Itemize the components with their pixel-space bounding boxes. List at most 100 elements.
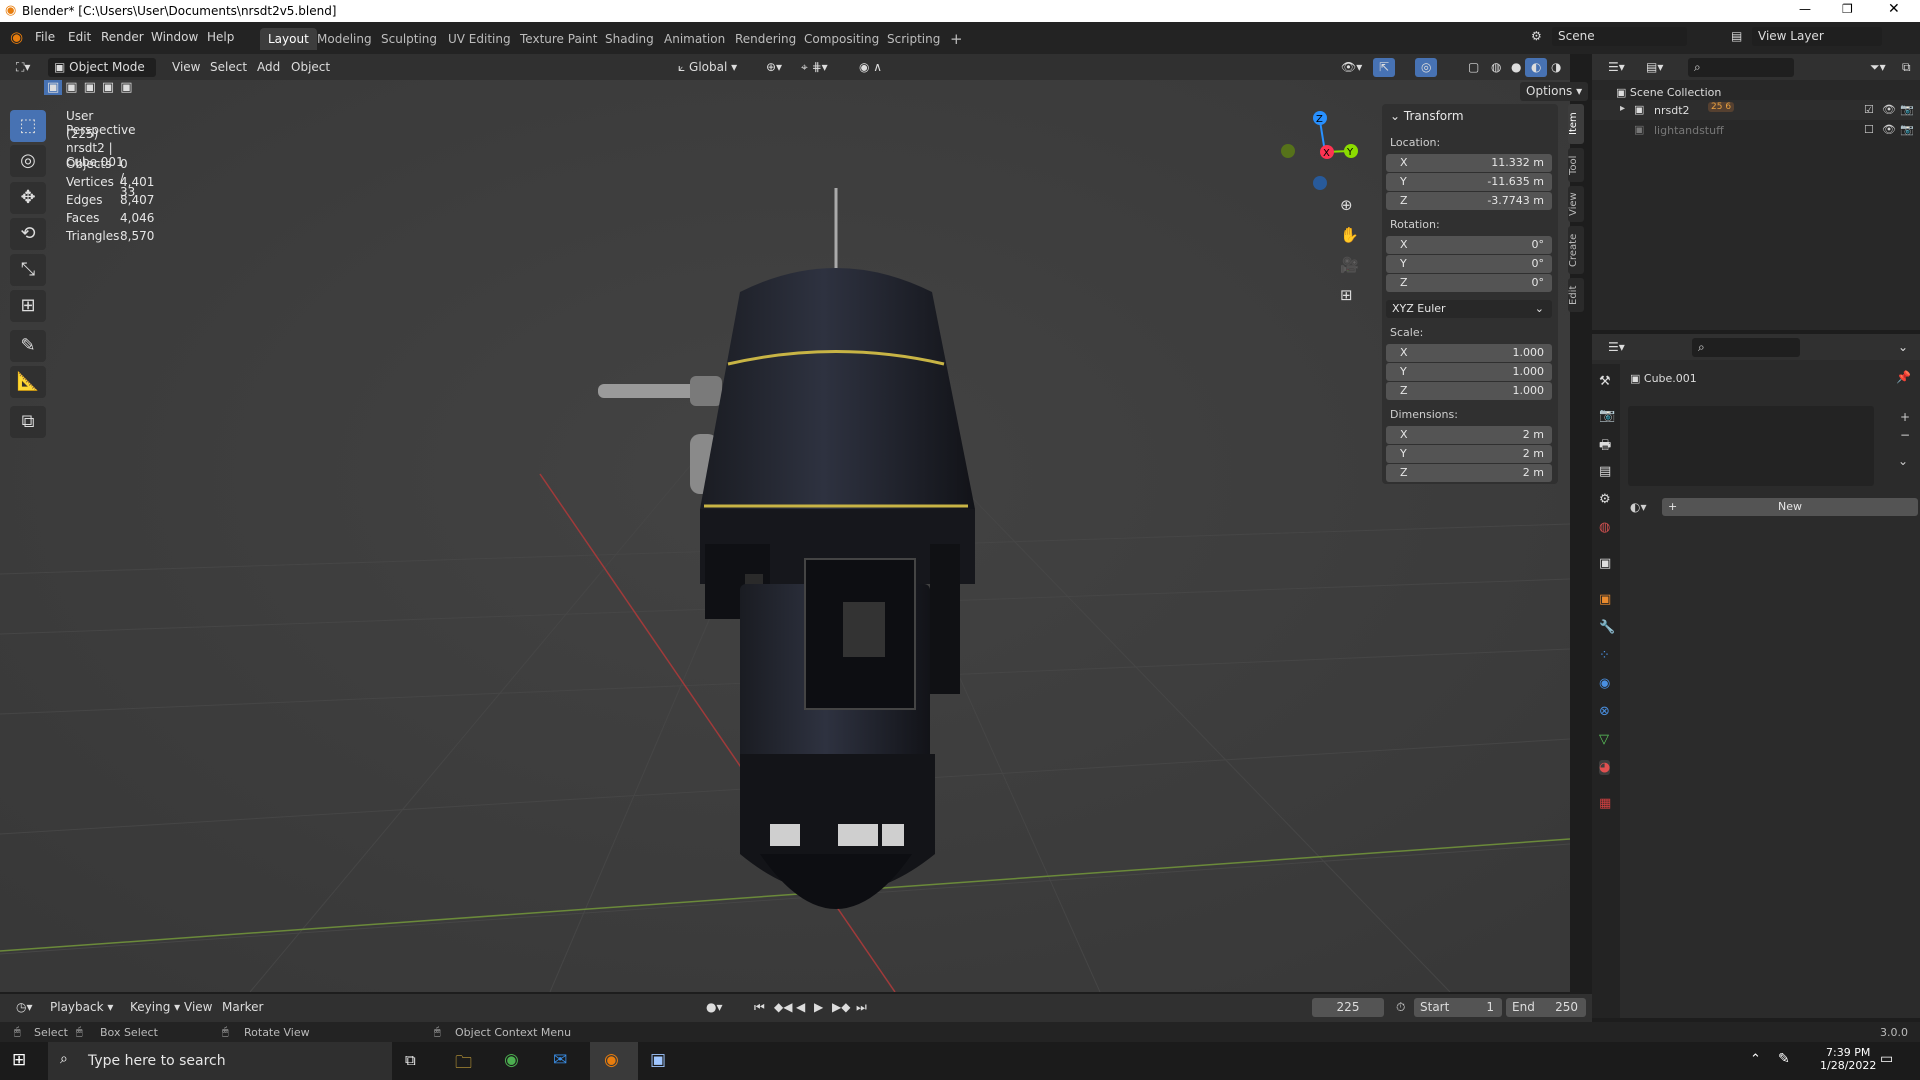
select-extend-icon[interactable]: ▣ [62,80,80,95]
orientation-selector[interactable]: ⟀ Global ▾ [672,58,743,77]
xray-icon[interactable]: ▢ [1462,58,1485,77]
record-icon[interactable]: ●▾ [700,998,729,1017]
rotation-y-field[interactable]: Y 0° [1386,255,1552,273]
view-layer-icon[interactable]: ▤ [1725,27,1748,46]
options-button[interactable]: Options ▾ [1520,82,1589,101]
stopwatch-icon[interactable]: ⏱ [1390,998,1411,1017]
material-browse-icon[interactable]: ◐▾ [1630,500,1647,514]
chevron-down-icon[interactable]: ⌄ [1898,454,1908,468]
menu-keying[interactable]: Keying ▾ [124,998,186,1017]
location-y-field[interactable]: Y -11.635 m [1386,173,1552,191]
view-layer-tab-icon[interactable]: ▤ [1599,464,1611,479]
file-explorer-icon[interactable]: 🗀 [455,1050,472,1079]
timeline-editor-icon[interactable]: ◷▾ [10,998,39,1017]
scale-tool-icon[interactable]: ⤡ [10,254,46,286]
minimize-icon[interactable]: — [1799,2,1811,16]
new-collection-icon[interactable]: ⧉ [1896,58,1917,77]
tab-scripting[interactable]: Scripting [879,28,948,50]
outliner-row-nrsdt2[interactable]: ▸ ▣ nrsdt2 25 6 ☑ 👁 📷 [1592,100,1920,120]
collection-tab-icon[interactable]: ▣ [1599,556,1611,571]
menu-playback[interactable]: Playback ▾ [44,998,119,1017]
menu-file[interactable]: File [35,30,55,44]
pin-icon[interactable]: 📌 [1896,370,1911,384]
scale-x-field[interactable]: X 1.000 [1386,344,1552,362]
eye-icon[interactable]: 👁 [1882,103,1896,116]
tool-tab-icon[interactable]: ⚒ [1599,374,1611,389]
rotate-tool-icon[interactable]: ⟲ [10,218,46,250]
rotation-x-field[interactable]: X 0° [1386,236,1552,254]
jump-end-icon[interactable]: ⏭ [850,998,873,1017]
expand-arrow-icon[interactable]: ▸ [1620,103,1625,114]
tab-tool[interactable]: Tool [1568,148,1584,182]
editor-type-icon[interactable]: ⛶▾ [10,58,36,77]
material-tab-icon[interactable]: ◕ [1599,760,1611,775]
clock[interactable]: 7:39 PM 1/28/2022 [1820,1046,1876,1072]
scale-y-field[interactable]: Y 1.000 [1386,363,1552,381]
current-frame-field[interactable]: 225 [1312,998,1384,1017]
menu-window[interactable]: Window [151,30,198,44]
physics-tab-icon[interactable]: ◉ [1599,676,1610,691]
blender-menu-icon[interactable]: ◉ [10,28,23,46]
end-frame-field[interactable]: End 250 [1506,998,1586,1017]
tab-compositing[interactable]: Compositing [796,28,887,50]
rotation-mode-dropdown[interactable]: XYZ Euler ⌄ [1386,300,1552,318]
add-cube-tool-icon[interactable]: ⧉ [10,406,46,438]
zoom-icon[interactable]: ⊕ [1340,196,1353,214]
object-tab-icon[interactable]: ▣ [1599,592,1611,607]
output-tab-icon[interactable]: 🖶 [1599,436,1611,458]
chevron-up-icon[interactable]: ⌃ [1750,1052,1761,1067]
menu-view[interactable]: View [178,998,218,1017]
add-workspace-button[interactable]: + [942,28,971,50]
eye-icon[interactable]: 👁 [1882,123,1896,136]
tab-item[interactable]: Item [1568,104,1584,144]
dimension-y-field[interactable]: Y2 m [1386,445,1552,463]
properties-search-input[interactable]: ⌕ [1692,338,1800,357]
scene-selector[interactable]: Scene [1552,27,1687,46]
menu-help[interactable]: Help [207,30,234,44]
chevron-down-icon[interactable]: ⌄ [1892,338,1914,357]
world-tab-icon[interactable]: ◍ [1599,520,1610,535]
display-mode-icon[interactable]: ▤▾ [1640,58,1669,77]
tab-create[interactable]: Create [1568,226,1584,274]
measure-tool-icon[interactable]: 📐 [10,366,46,398]
select-subtract-icon[interactable]: ▣ [81,80,99,95]
tab-shading[interactable]: Shading [597,28,662,50]
move-tool-icon[interactable]: ✥ [10,182,46,214]
material-slot-list[interactable] [1628,406,1874,486]
menu-render[interactable]: Render [101,30,144,44]
perspective-grid-icon[interactable]: ⊞ [1340,286,1353,304]
notification-icon[interactable]: ▭ [1880,1051,1893,1067]
outliner-row-lightandstuff[interactable]: ▣ lightandstuff ☐ 👁 📷 [1592,120,1920,140]
start-frame-field[interactable]: Start 1 [1414,998,1502,1017]
rotation-z-field[interactable]: Z 0° [1386,274,1552,292]
transform-header[interactable]: ⌄ Transform [1390,109,1464,123]
scene-icon[interactable]: ⚙ [1525,27,1548,46]
constraints-tab-icon[interactable]: ⊗ [1599,704,1610,719]
app-window-icon[interactable]: ▣ [650,1050,666,1070]
include-checkbox-icon[interactable]: ☐ [1864,123,1874,136]
menu-object[interactable]: Object [285,58,336,77]
mail-icon[interactable]: ✉ [553,1050,567,1070]
taskbar-search-box[interactable]: ⌕ Type here to search [48,1042,392,1080]
snap-icon[interactable]: ⌖ ⋕▾ [795,58,834,77]
select-new-icon[interactable]: ▣ [44,80,63,95]
tab-uv-editing[interactable]: UV Editing [440,28,519,50]
pan-hand-icon[interactable]: ✋ [1340,226,1359,244]
properties-editor-icon[interactable]: ☰▾ [1602,338,1631,357]
new-material-button[interactable]: + New [1662,498,1918,516]
task-view-icon[interactable]: ⧉ [405,1051,416,1069]
select-mode-buttons[interactable]: ▣ ▣ ▣ ▣ ▣ [44,80,135,95]
restore-icon[interactable]: ❐ [1842,2,1853,16]
chrome-icon[interactable]: ◉ [504,1050,519,1070]
mesh-data-tab-icon[interactable]: ▽ [1599,732,1609,747]
location-z-field[interactable]: Z -3.7743 m [1386,192,1552,210]
modifier-wrench-icon[interactable]: 🔧 [1599,620,1615,635]
outliner-editor-icon[interactable]: ☰▾ [1602,58,1631,77]
menu-add[interactable]: Add [251,58,286,77]
render-camera-icon[interactable]: 📷 [1900,103,1914,116]
mode-selector[interactable]: ▣ Object Mode ▾ [48,58,156,93]
menu-marker[interactable]: Marker [216,998,269,1017]
menu-view[interactable]: View [166,58,206,77]
tab-sculpting[interactable]: Sculpting [373,28,445,50]
visibility-icon[interactable]: 👁▾ [1335,58,1368,77]
